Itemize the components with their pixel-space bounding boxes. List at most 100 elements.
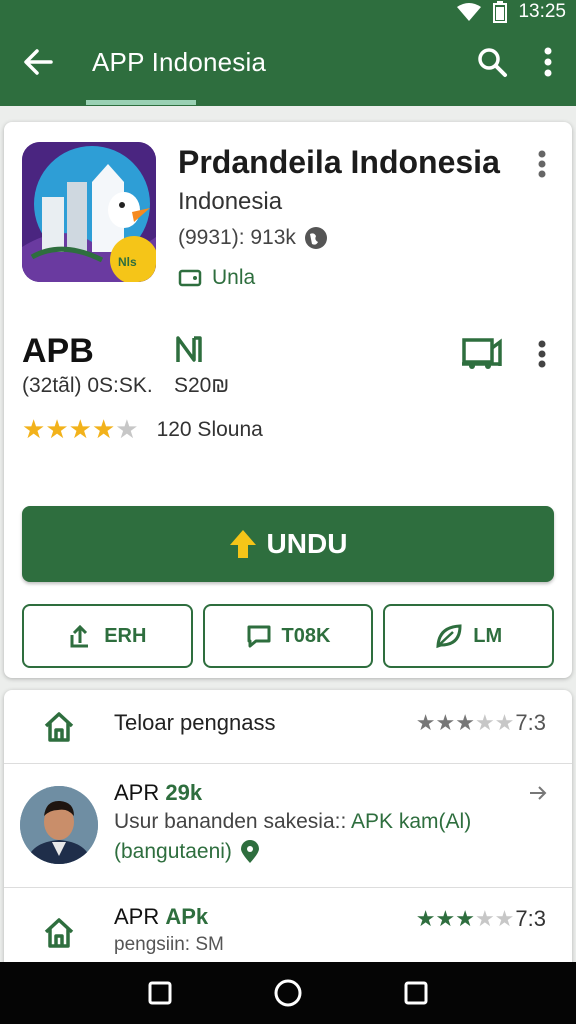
square-icon [404,981,428,1005]
share-button[interactable]: ERH [22,604,193,668]
device-icon [462,338,502,369]
star-filled-icon: ★ [415,710,436,735]
description-prefix: Usur bananden sakesia:: [114,810,347,833]
star-empty-icon: ★ [494,710,515,735]
description-highlight: APK kam(Al) [351,810,472,833]
star-empty-icon: ★ [494,906,515,931]
star-filled-icon: ★ [45,414,69,444]
star-filled-icon: ★ [68,414,92,444]
star-rating: ★★★★★ [416,906,515,932]
leaf-label: LM [473,624,503,647]
more-vert-icon [538,340,546,368]
back-button[interactable] [0,34,76,90]
list-item-score: 7:3 [515,710,546,735]
star-filled-icon: ★ [435,906,456,931]
star-empty-icon: ★ [115,414,139,444]
app-logo[interactable]: Nls [22,142,156,282]
star-rating: ★★★★★ [416,710,515,736]
home-icon [44,918,74,948]
list-item-subtitle: pengsiin: SM [114,934,224,955]
status-bar: 13:25 [456,0,566,24]
leaf-button[interactable]: LM [383,604,555,668]
list-item-rating: ★★★★★ 7:3 [416,710,546,736]
star-empty-icon: ★ [474,710,495,735]
section-title: APB [22,332,94,370]
list-item-title-prefix: APR [114,904,160,929]
list-item[interactable]: Teloar pengnass ★★★★★ 7:3 [4,690,572,764]
list-item-title: APR APk [114,904,208,930]
star-filled-icon: ★ [91,414,116,444]
more-vert-icon [538,150,546,178]
n-logo-icon [174,334,204,369]
chat-label: T08K [281,624,331,647]
app-name: Prdandeila Indonesia [178,144,500,180]
list-item-title: APR 29k [114,780,202,806]
list-item-title-highlight: APk [165,904,209,929]
open-arrow-button[interactable] [528,784,548,807]
star-filled-icon: ★ [415,906,436,931]
app-meta-text: (9931): 913k [178,226,296,249]
star-filled-icon: ★ [455,710,475,735]
home-icon [44,712,74,742]
overflow-menu-button[interactable] [520,34,576,90]
avatar [20,786,98,864]
list-item-location: (bangutaeni) [114,840,260,864]
rating-row: ★★★★★ 120 Slouna [22,414,263,445]
star-filled-icon: ★ [455,906,475,931]
recents-button[interactable] [130,963,190,1023]
list-item-score: 7:3 [515,906,546,931]
chat-button[interactable]: T08K [202,604,374,668]
svg-text:Nls: Nls [118,255,137,269]
location-label: (bangutaeni) [114,840,232,863]
rating-count: 120 Slouna [156,417,263,441]
arrow-right-icon [530,786,547,800]
wifi-icon [457,3,482,21]
star-filled-icon: ★ [22,414,46,444]
app-tag-label: Unla [212,266,256,289]
chat-icon [247,625,271,648]
install-label: UNDU [266,528,348,559]
list-item[interactable]: APR 29k Usur bananden sakesia:: APK kam(… [4,764,572,888]
share-icon [70,624,89,648]
star-rating: ★★★★★ [22,414,139,445]
list-item-title: Teloar pengnass [114,710,276,735]
more-vert-icon [544,47,552,77]
star-filled-icon: ★ [435,710,456,735]
home-button[interactable] [258,963,318,1023]
back-nav-button[interactable] [386,963,446,1023]
section-sub-right: S20₪ [174,374,230,397]
section-sub-left: (32tãl) 0S:SK. [22,374,153,397]
battery-icon [493,1,508,23]
list-item-title-highlight: 29k [165,780,203,805]
leaf-icon [436,624,462,649]
circle-icon [274,979,302,1007]
top-app-bar: 13:25 APP Indonesia [0,0,576,106]
list-item-description: Usur bananden sakesia:: APK kam(Al) [114,810,471,834]
page-title: APP Indonesia [92,46,267,77]
globe-icon [304,227,327,249]
list-item-title-prefix: APR [114,780,160,805]
location-pin-icon [240,840,259,863]
search-button[interactable] [464,34,520,90]
share-label: ERH [104,624,147,647]
app-publisher[interactable]: Indonesia [178,188,282,216]
list-item[interactable]: APR APk pengsiin: SM ★★★★★ 7:3 [4,888,572,970]
section-more-button[interactable] [526,334,558,374]
card-icon [178,269,202,287]
status-time: 13:25 [518,1,566,22]
app-tag: Unla [178,266,255,290]
install-button[interactable]: UNDU [22,506,554,582]
app-detail-card: Nls Prdandeila Indonesia Indonesia (9931… [4,122,572,678]
device-button[interactable] [460,334,502,375]
system-nav-bar [0,962,576,1024]
star-empty-icon: ★ [474,906,495,931]
related-list: Teloar pengnass ★★★★★ 7:3 APR 29k Usur b… [4,690,572,970]
square-icon [148,981,172,1005]
arrow-left-icon [24,49,53,75]
app-meta: (9931): 913k [178,226,328,250]
upload-arrow-icon [229,530,256,558]
list-item-rating: ★★★★★ 7:3 [416,906,546,932]
action-buttons: ERH T08K LM [22,604,555,668]
search-icon [478,48,507,77]
app-more-button[interactable] [526,144,558,184]
